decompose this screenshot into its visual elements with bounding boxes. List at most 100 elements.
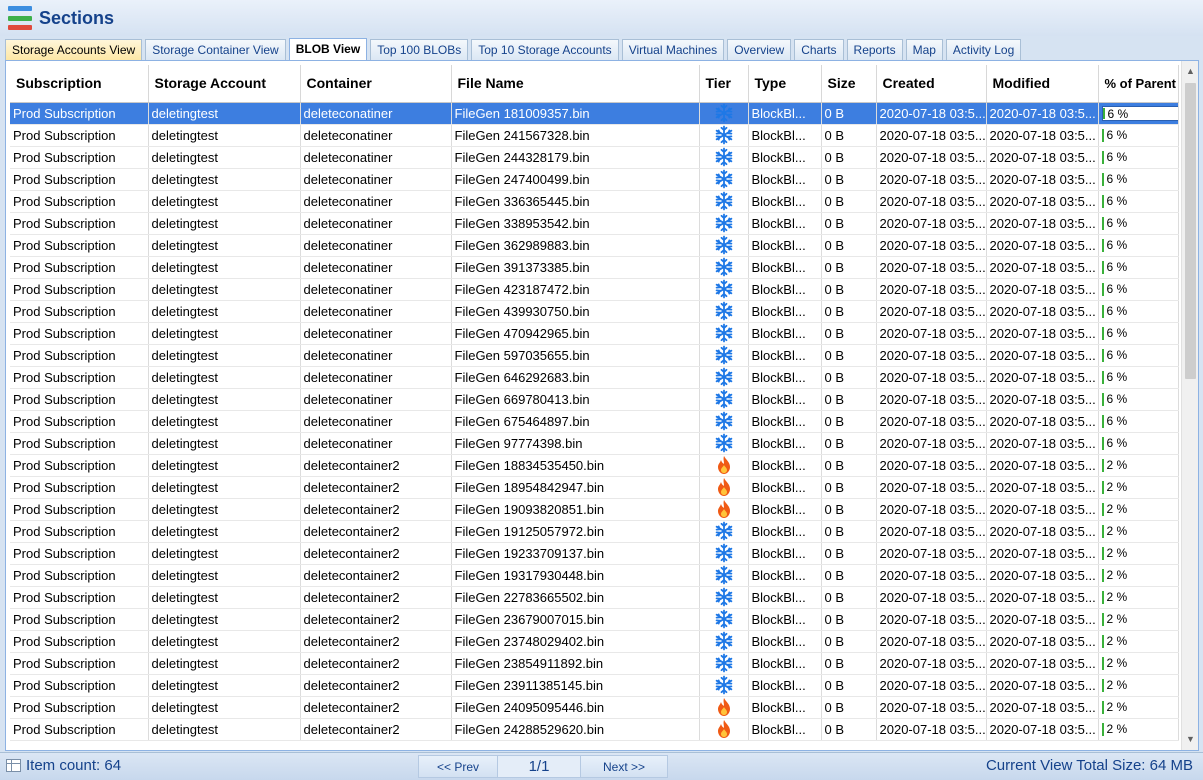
container-cell: deletecontainer2 [300,498,452,521]
scroll-thumb[interactable] [1185,83,1196,379]
table-row[interactable]: Prod Subscription deletingtest deleteconat… [10,146,1179,169]
tab-top-10-storage-accounts[interactable]: Top 10 Storage Accounts [471,39,619,60]
tab-storage-container-view[interactable]: Storage Container View [145,39,286,60]
tab-overview[interactable]: Overview [727,39,792,60]
tab-map[interactable]: Map [905,39,943,60]
container-cell: deletecontainer2 [300,542,452,565]
table-row[interactable]: Prod Subscription deletingtest deleteconat… [10,256,1179,279]
column-header-created[interactable]: Created [876,65,987,103]
created-cell: 2020-07-18 03:5... [876,146,987,169]
storage-account-cell: deletingtest [148,432,301,455]
table-row[interactable]: Prod Subscription deletingtest deleteconta… [10,652,1179,675]
vertical-scrollbar[interactable]: ▲ ▼ [1181,61,1198,750]
size-cell: 0 B [821,322,877,345]
table-row[interactable]: Prod Subscription deletingtest deleteconta… [10,564,1179,587]
table-row[interactable]: Prod Subscription deletingtest deleteconta… [10,476,1179,499]
file-name-cell: FileGen 244328179.bin [451,146,700,169]
percent-bar-fill [1101,525,1104,539]
tab-top-100-blobs[interactable]: Top 100 BLOBs [370,39,469,60]
table-row[interactable]: Prod Subscription deletingtest deleteconta… [10,718,1179,741]
size-cell: 0 B [821,608,877,631]
tab-charts[interactable]: Charts [794,39,844,60]
table-row[interactable]: Prod Subscription deletingtest deleteconat… [10,234,1179,257]
table-row[interactable]: Prod Subscription deletingtest deleteconta… [10,520,1179,543]
table-row[interactable]: Prod Subscription deletingtest deleteconat… [10,102,1179,125]
item-count-label: Item count: 64 [26,757,122,774]
tab-reports[interactable]: Reports [846,39,903,60]
blob-grid-panel: Subscription Storage Account Container File… [5,60,1199,751]
percent-bar-fill [1101,151,1104,165]
table-row[interactable]: Prod Subscription deletingtest deleteconat… [10,278,1179,301]
storage-account-cell: deletingtest [148,168,301,191]
table-row[interactable]: Prod Subscription deletingtest deleteconta… [10,454,1179,477]
modified-cell: 2020-07-18 03:5... [986,344,1099,367]
tier-cell [699,322,749,345]
table-row[interactable]: Prod Subscription deletingtest deleteconta… [10,542,1179,565]
type-cell: BlockBl... [748,586,822,609]
table-row[interactable]: Prod Subscription deletingtest deleteconat… [10,388,1179,411]
tab-activity-log[interactable]: Activity Log [945,39,1022,60]
table-row[interactable]: Prod Subscription deletingtest deleteconta… [10,696,1179,719]
percent-bar-fill [1101,217,1104,231]
percent-of-parent-cell: 6 % [1098,146,1179,169]
prev-page-button[interactable]: << Prev [418,755,498,778]
table-row[interactable]: Prod Subscription deletingtest deleteconat… [10,168,1179,191]
modified-cell: 2020-07-18 03:5... [986,652,1099,675]
size-cell: 0 B [821,718,877,741]
container-cell: deletecontainer2 [300,674,452,697]
subscription-cell: Prod Subscription [10,608,149,631]
percent-value: 6 % [1106,128,1128,143]
tier-cell [699,696,749,719]
table-row[interactable]: Prod Subscription deletingtest deleteconta… [10,630,1179,653]
column-header-subscription[interactable]: Subscription [10,65,149,103]
table-row[interactable]: Prod Subscription deletingtest deleteconat… [10,124,1179,147]
column-header-tier[interactable]: Tier [699,65,749,103]
table-row[interactable]: Prod Subscription deletingtest deleteconat… [10,432,1179,455]
scroll-down-arrow-icon[interactable]: ▼ [1182,731,1198,748]
created-cell: 2020-07-18 03:5... [876,586,987,609]
tab-blob-view[interactable]: BLOB View [288,38,368,60]
scroll-up-arrow-icon[interactable]: ▲ [1182,63,1198,80]
type-cell: BlockBl... [748,366,822,389]
file-name-cell: FileGen 247400499.bin [451,168,700,191]
created-cell: 2020-07-18 03:5... [876,630,987,653]
percent-bar-fill [1101,679,1104,693]
column-header-file-name[interactable]: File Name [451,65,700,103]
column-header-container[interactable]: Container [300,65,452,103]
next-page-button[interactable]: Next >> [580,755,668,778]
size-cell: 0 B [821,696,877,719]
tab-virtual-machines[interactable]: Virtual Machines [621,39,725,60]
tab-storage-accounts-view[interactable]: Storage Accounts View [5,39,143,60]
percent-bar: 6 % [1101,414,1177,430]
table-row[interactable]: Prod Subscription deletingtest deleteconta… [10,608,1179,631]
file-name-cell: FileGen 23854911892.bin [451,652,700,675]
column-header-modified[interactable]: Modified [986,65,1099,103]
table-row[interactable]: Prod Subscription deletingtest deleteconat… [10,300,1179,323]
percent-value: 2 % [1106,612,1128,627]
subscription-cell: Prod Subscription [10,454,149,477]
column-header-type[interactable]: Type [748,65,822,103]
percent-bar: 6 % [1101,260,1177,276]
percent-of-parent-cell: 6 % [1098,300,1179,323]
column-header-size[interactable]: Size [821,65,877,103]
percent-value: 6 % [1106,194,1128,209]
column-header-storage-account[interactable]: Storage Account [148,65,301,103]
table-row[interactable]: Prod Subscription deletingtest deleteconat… [10,190,1179,213]
table-row[interactable]: Prod Subscription deletingtest deleteconta… [10,498,1179,521]
table-row[interactable]: Prod Subscription deletingtest deleteconat… [10,366,1179,389]
table-row[interactable]: Prod Subscription deletingtest deleteconat… [10,322,1179,345]
page-indicator: 1/1 [498,755,580,778]
percent-of-parent-cell: 2 % [1098,476,1179,499]
table-row[interactable]: Prod Subscription deletingtest deleteconat… [10,212,1179,235]
percent-of-parent-cell: 2 % [1098,542,1179,565]
modified-cell: 2020-07-18 03:5... [986,212,1099,235]
size-cell: 0 B [821,278,877,301]
percent-bar-fill [1101,415,1104,429]
table-row[interactable]: Prod Subscription deletingtest deleteconta… [10,674,1179,697]
modified-cell: 2020-07-18 03:5... [986,674,1099,697]
table-row[interactable]: Prod Subscription deletingtest deleteconat… [10,344,1179,367]
column-header--of-parent[interactable]: % of Parent [1098,65,1179,103]
table-row[interactable]: Prod Subscription deletingtest deleteconta… [10,586,1179,609]
modified-cell: 2020-07-18 03:5... [986,520,1099,543]
table-row[interactable]: Prod Subscription deletingtest deleteconat… [10,410,1179,433]
